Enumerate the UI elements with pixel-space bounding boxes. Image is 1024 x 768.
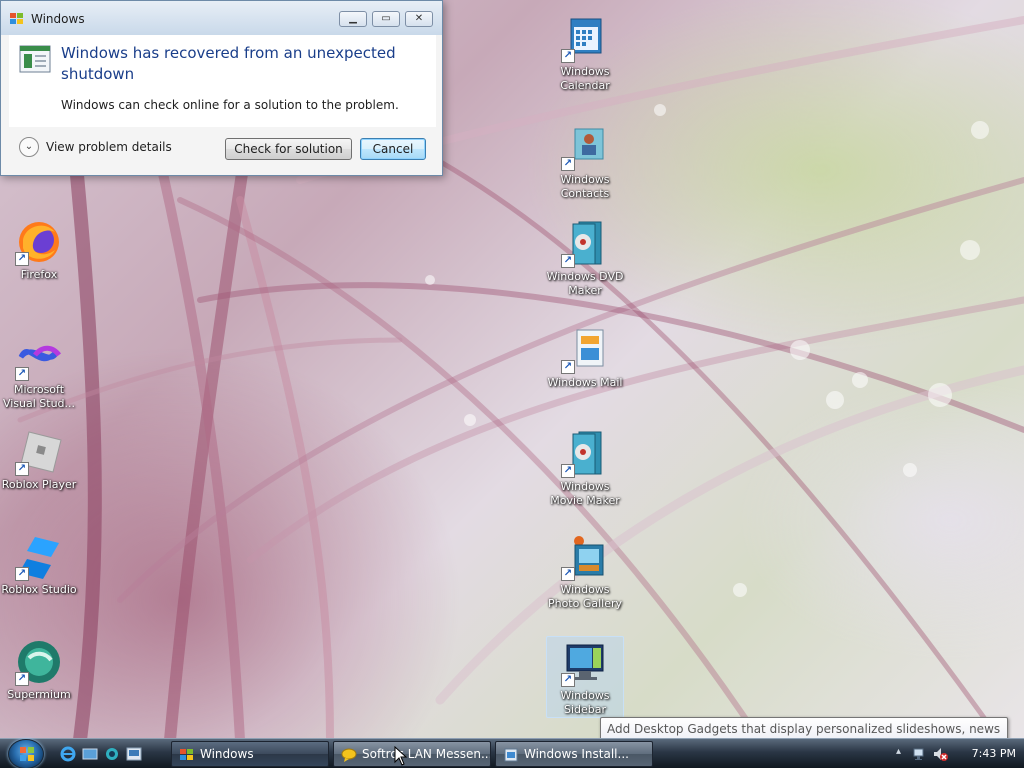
desktop-icon-label: Supermium <box>7 688 71 701</box>
taskbar: Windows Softros LAN Messen... Windows In… <box>0 738 1024 768</box>
volume-muted-icon[interactable] <box>932 746 948 762</box>
taskbar-button-windows[interactable]: Windows <box>171 741 329 767</box>
desktop-icon-label: Windows Calendar <box>560 65 610 92</box>
desktop-icon-windows-dvd-maker[interactable]: ↗ Windows DVD Maker <box>546 220 624 298</box>
dialog-title: Windows <box>31 12 85 26</box>
desktop-icon-windows-photo-gallery[interactable]: ↗ Windows Photo Gallery <box>546 533 624 611</box>
dialog-message: Windows can check online for a solution … <box>61 98 399 112</box>
calendar-icon: ↗ <box>561 15 609 63</box>
roblox-studio-icon: ↗ <box>15 533 63 581</box>
minimize-button[interactable]: ▁ <box>339 11 367 27</box>
taskbar-button-label: Windows Install... <box>524 747 629 761</box>
desktop-icon-windows-calendar[interactable]: ↗ Windows Calendar <box>546 15 624 93</box>
dialog-heading: Windows has recovered from an unexpected… <box>61 44 396 83</box>
network-icon[interactable] <box>912 746 928 762</box>
desktop-icon-label: Windows DVD Maker <box>546 270 624 297</box>
photo-gallery-icon: ↗ <box>561 533 609 581</box>
clock[interactable]: 7:43 PM <box>972 747 1016 760</box>
desktop-icon-windows-mail[interactable]: ↗ Windows Mail <box>546 326 624 390</box>
close-button[interactable]: ✕ <box>405 11 433 27</box>
movie-maker-icon: ↗ <box>561 430 609 478</box>
sidebar-icon: ↗ <box>561 639 609 687</box>
windows-flag-icon <box>10 13 23 24</box>
firefox-icon: ↗ <box>15 218 63 266</box>
visual-studio-icon: ↗ <box>15 333 63 381</box>
expand-details-button[interactable]: ⌄ <box>19 137 39 157</box>
desktop-icon-label: Windows Mail <box>547 376 623 389</box>
supermium-icon: ↗ <box>15 638 63 686</box>
dvd-maker-icon: ↗ <box>561 220 609 268</box>
desktop-icon-roblox-player[interactable]: ↗ Roblox Player <box>0 428 78 492</box>
dialog-footer: ⌄ View problem details Check for solutio… <box>9 127 436 171</box>
dialog-titlebar[interactable]: Windows ▁ ▭ ✕ <box>1 1 442 35</box>
taskbar-button-label: Windows <box>200 747 254 761</box>
desktop-icon-firefox[interactable]: ↗ Firefox <box>0 218 78 282</box>
desktop-icon-label: Firefox <box>20 268 58 281</box>
dialog-body: Windows has recovered from an unexpected… <box>9 35 436 127</box>
desktop-icon-supermium[interactable]: ↗ Supermium <box>0 638 78 702</box>
window-error-icon <box>19 45 51 73</box>
contacts-icon: ↗ <box>561 123 609 171</box>
taskbar-button-label: Softros LAN Messen... <box>362 747 491 761</box>
desktop-icon-windows-sidebar[interactable]: ↗ Windows Sidebar <box>546 636 624 718</box>
windows-logo-icon <box>20 747 34 761</box>
desktop-icon-visual-studio[interactable]: ↗ Microsoft Visual Stud... <box>0 333 78 411</box>
media-player-icon[interactable] <box>126 746 142 762</box>
installer-icon <box>504 748 518 762</box>
desktop-icon-label: Windows Photo Gallery <box>547 583 623 610</box>
recovery-dialog: Windows ▁ ▭ ✕ Windows has recovered from… <box>0 0 443 176</box>
desktop-icon-windows-contacts[interactable]: ↗ Windows Contacts <box>546 123 624 201</box>
cancel-button[interactable]: Cancel <box>360 138 426 160</box>
desktop-icon-label: Roblox Player <box>1 478 77 491</box>
start-button[interactable] <box>8 739 44 768</box>
desktop-icon-roblox-studio[interactable]: ↗ Roblox Studio <box>0 533 78 597</box>
show-desktop-icon[interactable] <box>82 746 98 762</box>
system-tray: ▴ 7:43 PM <box>884 739 1024 768</box>
tray-expand-icon[interactable]: ▴ <box>896 746 901 757</box>
taskbar-button-softros[interactable]: Softros LAN Messen... <box>333 741 491 767</box>
desktop-icon-label: Windows Movie Maker <box>550 480 620 507</box>
desktop-icon-label: Windows Sidebar <box>560 689 610 716</box>
roblox-player-icon: ↗ <box>15 428 63 476</box>
desktop-icon-label: Windows Contacts <box>560 173 610 200</box>
windows-flag-icon <box>180 749 193 760</box>
desktop-icon-label: Roblox Studio <box>1 583 77 596</box>
view-problem-details-link[interactable]: View problem details <box>46 140 172 154</box>
mail-icon: ↗ <box>561 326 609 374</box>
messenger-icon <box>341 748 357 762</box>
desktop-icon-label: Microsoft Visual Stud... <box>2 383 76 410</box>
taskbar-button-windows-installer[interactable]: Windows Install... <box>495 741 653 767</box>
switch-windows-icon[interactable] <box>104 746 120 762</box>
desktop-icon-windows-movie-maker[interactable]: ↗ Windows Movie Maker <box>546 430 624 508</box>
maximize-button[interactable]: ▭ <box>372 11 400 27</box>
mouse-cursor-icon <box>394 746 408 766</box>
internet-explorer-icon[interactable] <box>60 746 76 762</box>
check-for-solution-button[interactable]: Check for solution <box>225 138 352 160</box>
